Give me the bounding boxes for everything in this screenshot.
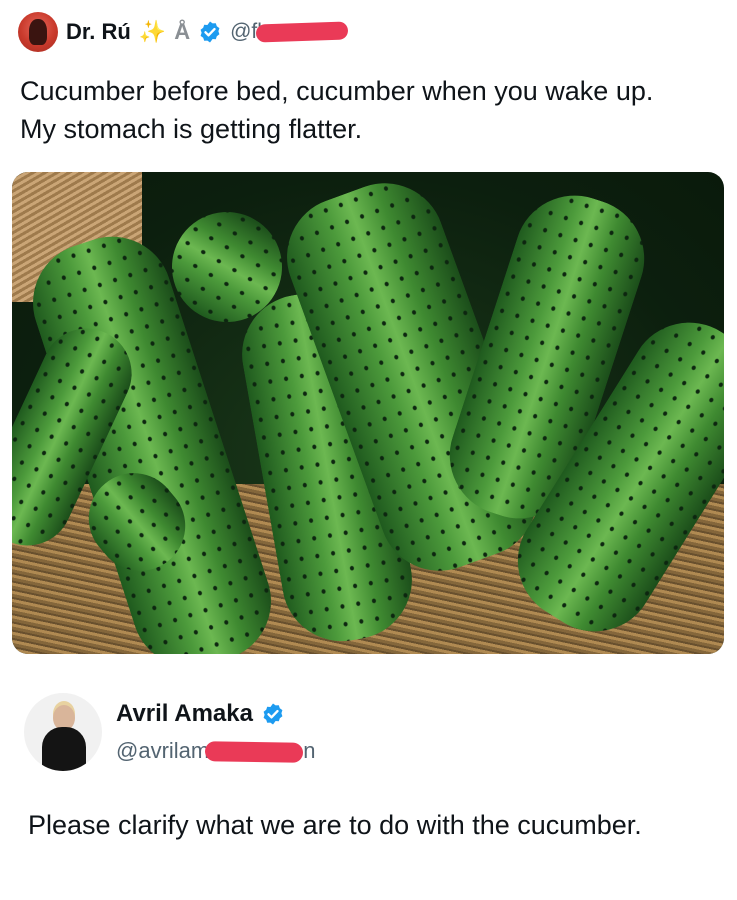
tweet-text-line: Cucumber before bed, cucumber when you w… (20, 76, 654, 106)
sparkles-emoji-icon: ✨ (138, 19, 167, 44)
quote-text: Please clarify what we are to do with th… (28, 810, 642, 840)
avatar-body-shape (42, 727, 86, 771)
quote-header: Avril Amaka @avrilam n (24, 692, 315, 772)
quote-author-info: Avril Amaka @avrilam n (116, 700, 315, 764)
author-name[interactable]: Dr. Rú (66, 19, 131, 45)
redaction-mark (255, 21, 349, 44)
quote-author-avatar[interactable] (24, 693, 102, 771)
redaction-mark (205, 741, 304, 764)
tweet-media-image[interactable] (12, 172, 724, 654)
tweet-text-line: My stomach is getting flatter. (20, 114, 363, 144)
tweet-text: Cucumber before bed, cucumber when you w… (20, 72, 720, 148)
ring-emoji-icon: Å (174, 19, 191, 44)
quote-author-name[interactable]: Avril Amaka (116, 700, 253, 728)
verified-badge-icon (263, 703, 283, 725)
verified-badge-icon (200, 21, 220, 43)
quote-author-name-row: Avril Amaka (116, 700, 315, 728)
tweet-header: Dr. Rú ✨ Å @fl (18, 10, 349, 54)
author-avatar[interactable] (18, 12, 58, 52)
author-handle[interactable]: @fl (230, 20, 349, 44)
quote-author-handle[interactable]: @avrilam n (116, 738, 315, 764)
